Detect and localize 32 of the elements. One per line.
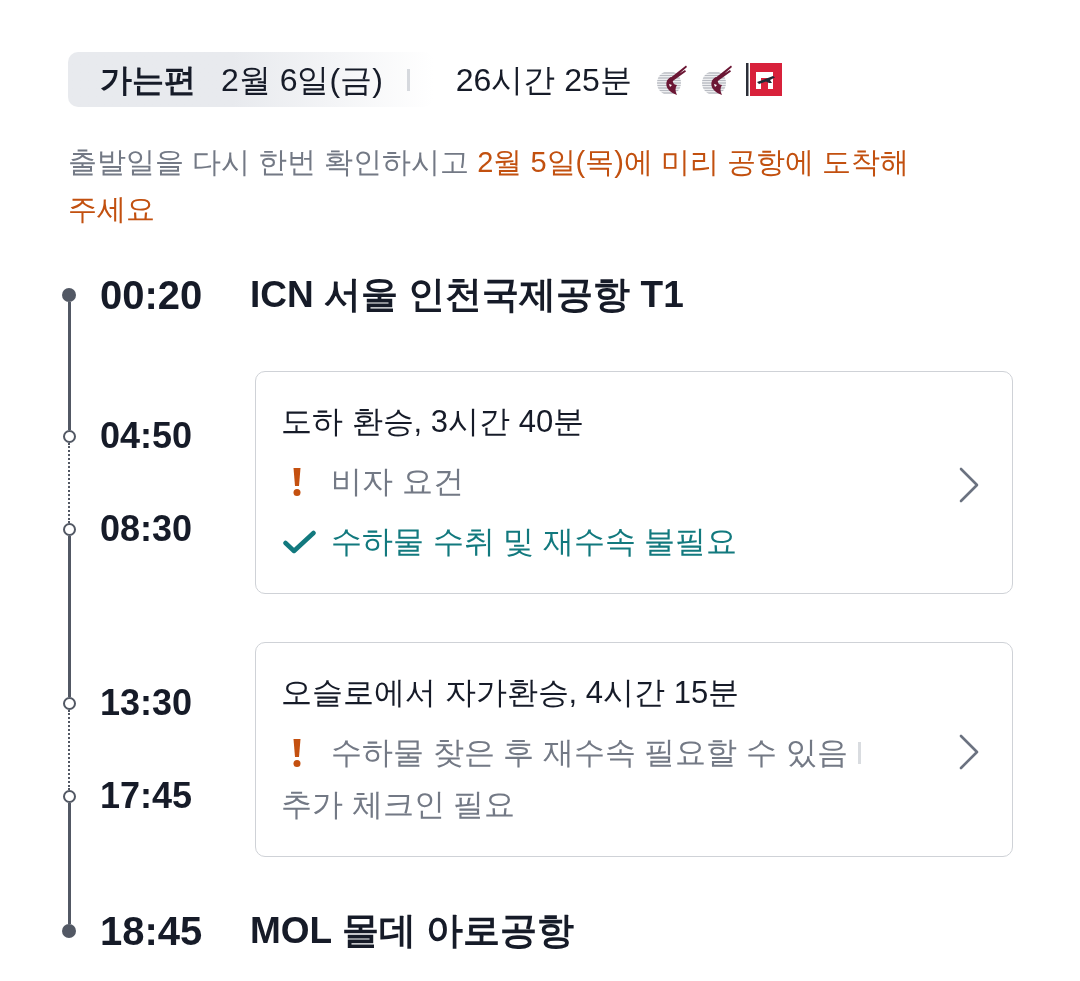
exclamation-icon [291, 467, 303, 496]
trip-duration: 26시간 25분 [455, 60, 632, 100]
notice-text: 출발일을 다시 한번 확인하시고 2월 5일(목)에 미리 공항에 도착해 주세요 [68, 145, 911, 227]
time-label: 04:50 [100, 414, 194, 458]
warning-text: 비자 요건 [331, 464, 464, 499]
airline-logo-icon [700, 63, 732, 96]
warning-text: 수하물 찾은 후 재수속 필요할 수 있음 [331, 735, 848, 770]
timeline-ring-icon [62, 522, 76, 536]
time-label: 18:45 [100, 908, 204, 955]
airport-name: ICN 서울 인천국제공항 T1 [250, 273, 684, 317]
trip-direction-label: 가는편 [100, 60, 196, 100]
layover-card[interactable]: 도하 환승, 3시간 40분 비자 요건 수하물 수취 및 재수속 불필요 [255, 371, 1013, 594]
chevron-right-icon [959, 734, 979, 770]
layover-title: 오슬로에서 자가환승, 4시간 15분 [281, 674, 741, 712]
time-label: 00:20 [100, 272, 204, 319]
exclamation-icon [291, 738, 303, 767]
departure-date: 2월 6일(금) [221, 60, 383, 100]
time-label: 13:30 [100, 681, 194, 725]
checkmark-icon [283, 529, 316, 554]
layover-card[interactable]: 오슬로에서 자가환승, 4시간 15분 수하물 찾은 후 재수속 필요할 수 있음 추가 체크인 필요 [255, 642, 1013, 857]
confirmation-text: 수하물 수취 및 재수속 불필요 [331, 524, 738, 559]
airport-name: MOL 몰데 아로공항 [250, 909, 575, 953]
time-label: 17:45 [100, 774, 194, 818]
layover-title: 도하 환승, 3시간 40분 [281, 403, 586, 441]
warning-text: 추가 체크인 필요 [281, 787, 516, 822]
airline-logo-icon [655, 63, 687, 96]
airline-logo-icon [745, 63, 782, 96]
timeline-ring-icon [62, 789, 76, 803]
chevron-right-icon [959, 467, 979, 503]
timeline-ring-icon [62, 429, 76, 443]
timeline-ring-icon [62, 696, 76, 710]
time-label: 08:30 [100, 507, 194, 551]
